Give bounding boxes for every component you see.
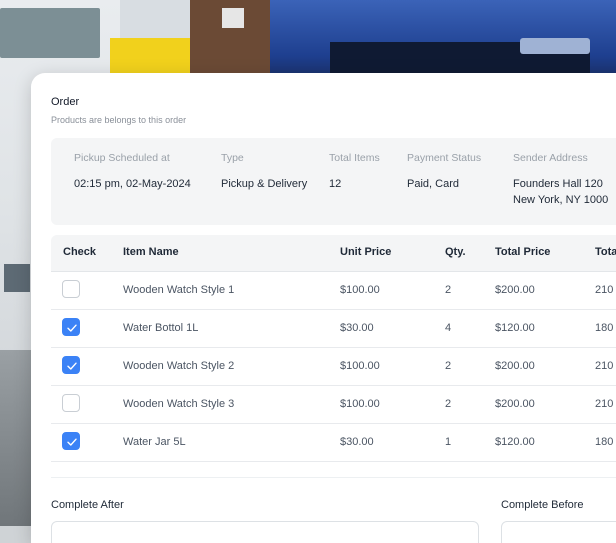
table-body: Wooden Watch Style 1 $100.00 2 $200.00 210 Wa… bbox=[51, 272, 616, 462]
total-items-label: Total Items bbox=[329, 152, 380, 164]
row-checkbox[interactable] bbox=[62, 394, 80, 412]
cell-total-price: $200.00 bbox=[495, 398, 535, 410]
table-row: Water Bottol 1L $30.00 4 $120.00 180 bbox=[51, 310, 616, 348]
sender-line-1: Founders Hall 120 bbox=[513, 178, 603, 190]
check-icon bbox=[67, 438, 77, 446]
cell-qty: 2 bbox=[445, 398, 452, 410]
cell-total-price: $200.00 bbox=[495, 284, 535, 296]
cell-item-name: Wooden Watch Style 3 bbox=[123, 398, 235, 410]
order-title: Order bbox=[51, 96, 80, 108]
cell-total-extra: 210 bbox=[595, 284, 614, 296]
cell-total-extra: 180 bbox=[595, 322, 614, 334]
cell-item-name: Wooden Watch Style 1 bbox=[123, 284, 235, 296]
cell-total-price: $120.00 bbox=[495, 436, 535, 448]
table-header: Check Item Name Unit Price Qty. Total Pr… bbox=[51, 235, 616, 272]
cell-total-price: $120.00 bbox=[495, 322, 535, 334]
table-row: Wooden Watch Style 1 $100.00 2 $200.00 210 bbox=[51, 272, 616, 310]
check-icon bbox=[67, 324, 77, 332]
check-icon bbox=[67, 362, 77, 370]
cell-total-extra: 180 bbox=[595, 436, 614, 448]
header-total-extra: Tota bbox=[595, 246, 616, 258]
type-value: Pickup & Delivery bbox=[221, 178, 308, 190]
complete-after-input[interactable] bbox=[51, 521, 479, 543]
row-checkbox[interactable] bbox=[62, 356, 80, 374]
cell-qty: 4 bbox=[445, 322, 452, 334]
total-items-value: 12 bbox=[329, 178, 342, 190]
row-checkbox[interactable] bbox=[62, 318, 80, 336]
order-card: Order Products are belongs to this order… bbox=[31, 73, 616, 543]
table-row: Wooden Watch Style 3 $100.00 2 $200.00 210 bbox=[51, 386, 616, 424]
header-unit-price: Unit Price bbox=[340, 246, 392, 258]
row-checkbox[interactable] bbox=[62, 280, 80, 298]
pickup-scheduled: Pickup Scheduled at 02:15 pm, 02-May-202… bbox=[74, 152, 191, 192]
complete-after-label: Complete After bbox=[51, 499, 124, 511]
type-label: Type bbox=[221, 152, 244, 164]
payment-status: Payment Status Paid, Card bbox=[407, 152, 481, 192]
total-items: Total Items 12 bbox=[329, 152, 380, 192]
sender-value: Founders Hall 120 New York, NY 1000 bbox=[513, 176, 608, 208]
sender-label: Sender Address bbox=[513, 152, 588, 164]
payment-label: Payment Status bbox=[407, 152, 482, 164]
cell-total-price: $200.00 bbox=[495, 360, 535, 372]
cell-item-name: Water Bottol 1L bbox=[123, 322, 199, 334]
sender-line-2: New York, NY 1000 bbox=[513, 194, 609, 206]
order-items-table: Check Item Name Unit Price Qty. Total Pr… bbox=[51, 235, 616, 462]
cell-item-name: Water Jar 5L bbox=[123, 436, 186, 448]
cell-unit-price: $30.00 bbox=[340, 436, 374, 448]
header-qty: Qty. bbox=[445, 246, 466, 258]
pickup-value: 02:15 pm, 02-May-2024 bbox=[74, 178, 191, 190]
table-row: Wooden Watch Style 2 $100.00 2 $200.00 210 bbox=[51, 348, 616, 386]
order-subtitle: Products are belongs to this order bbox=[51, 115, 187, 125]
cell-total-extra: 210 bbox=[595, 360, 614, 372]
cell-unit-price: $100.00 bbox=[340, 398, 380, 410]
order-type: Type Pickup & Delivery bbox=[221, 152, 307, 192]
cell-unit-price: $30.00 bbox=[340, 322, 374, 334]
header-check: Check bbox=[63, 246, 97, 258]
section-divider bbox=[51, 477, 616, 478]
order-summary: Pickup Scheduled at 02:15 pm, 02-May-202… bbox=[51, 138, 616, 225]
pickup-label: Pickup Scheduled at bbox=[74, 152, 170, 164]
cell-qty: 1 bbox=[445, 436, 452, 448]
complete-before-label: Complete Before bbox=[501, 499, 584, 511]
sender-address: Sender Address Founders Hall 120 New Yor… bbox=[513, 152, 608, 208]
cell-total-extra: 210 bbox=[595, 398, 614, 410]
payment-value: Paid, Card bbox=[407, 178, 459, 190]
cell-qty: 2 bbox=[445, 284, 452, 296]
complete-before-input[interactable] bbox=[501, 521, 616, 543]
header-total-price: Total Price bbox=[495, 246, 551, 258]
table-row: Water Jar 5L $30.00 1 $120.00 180 bbox=[51, 424, 616, 462]
cell-unit-price: $100.00 bbox=[340, 284, 380, 296]
cell-item-name: Wooden Watch Style 2 bbox=[123, 360, 235, 372]
cell-qty: 2 bbox=[445, 360, 452, 372]
row-checkbox[interactable] bbox=[62, 432, 80, 450]
header-item-name: Item Name bbox=[123, 246, 179, 258]
cell-unit-price: $100.00 bbox=[340, 360, 380, 372]
